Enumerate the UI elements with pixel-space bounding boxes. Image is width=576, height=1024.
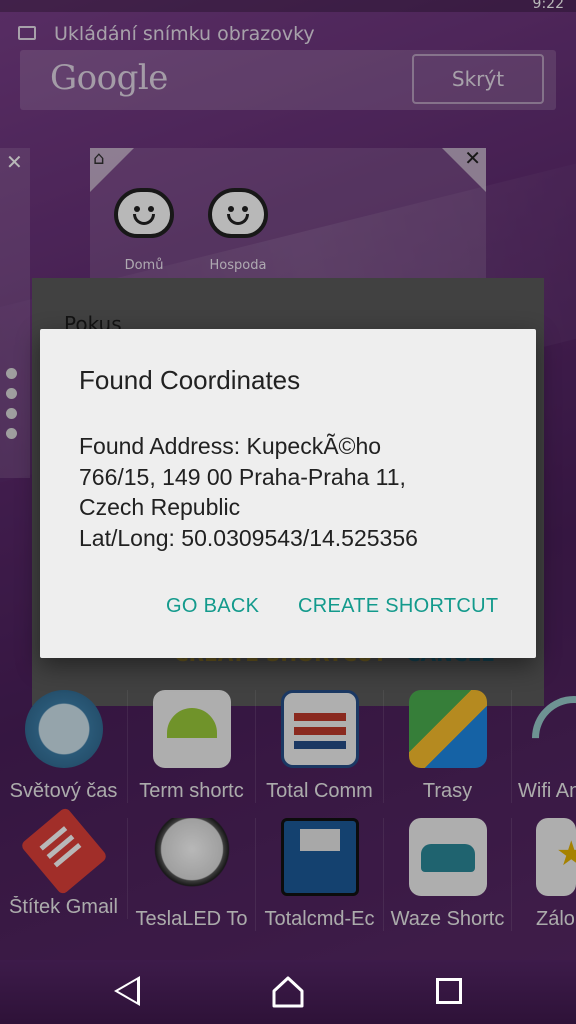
home-icon[interactable] [270, 974, 306, 1010]
address-line: 766/15, 149 00 Praha-Praha 11, [79, 463, 406, 490]
create-shortcut-button[interactable]: CREATE SHORTCUT [298, 595, 498, 618]
lat-long-line: Lat/Long: 50.0309543/14.525356 [79, 524, 418, 551]
recents-icon[interactable] [436, 978, 462, 1004]
address-line: Found Address: KupeckÃ©ho [79, 433, 382, 459]
navigation-bar [0, 960, 576, 1024]
address-line: Czech Republic [79, 494, 241, 520]
go-back-button[interactable]: GO BACK [166, 595, 259, 618]
dialog-message: Found Address: KupeckÃ©ho 766/15, 149 00… [79, 431, 509, 553]
found-coordinates-dialog: Found Coordinates Found Address: KupeckÃ… [40, 329, 536, 658]
dialog-title: Found Coordinates [79, 365, 301, 395]
back-icon[interactable] [114, 976, 140, 1006]
